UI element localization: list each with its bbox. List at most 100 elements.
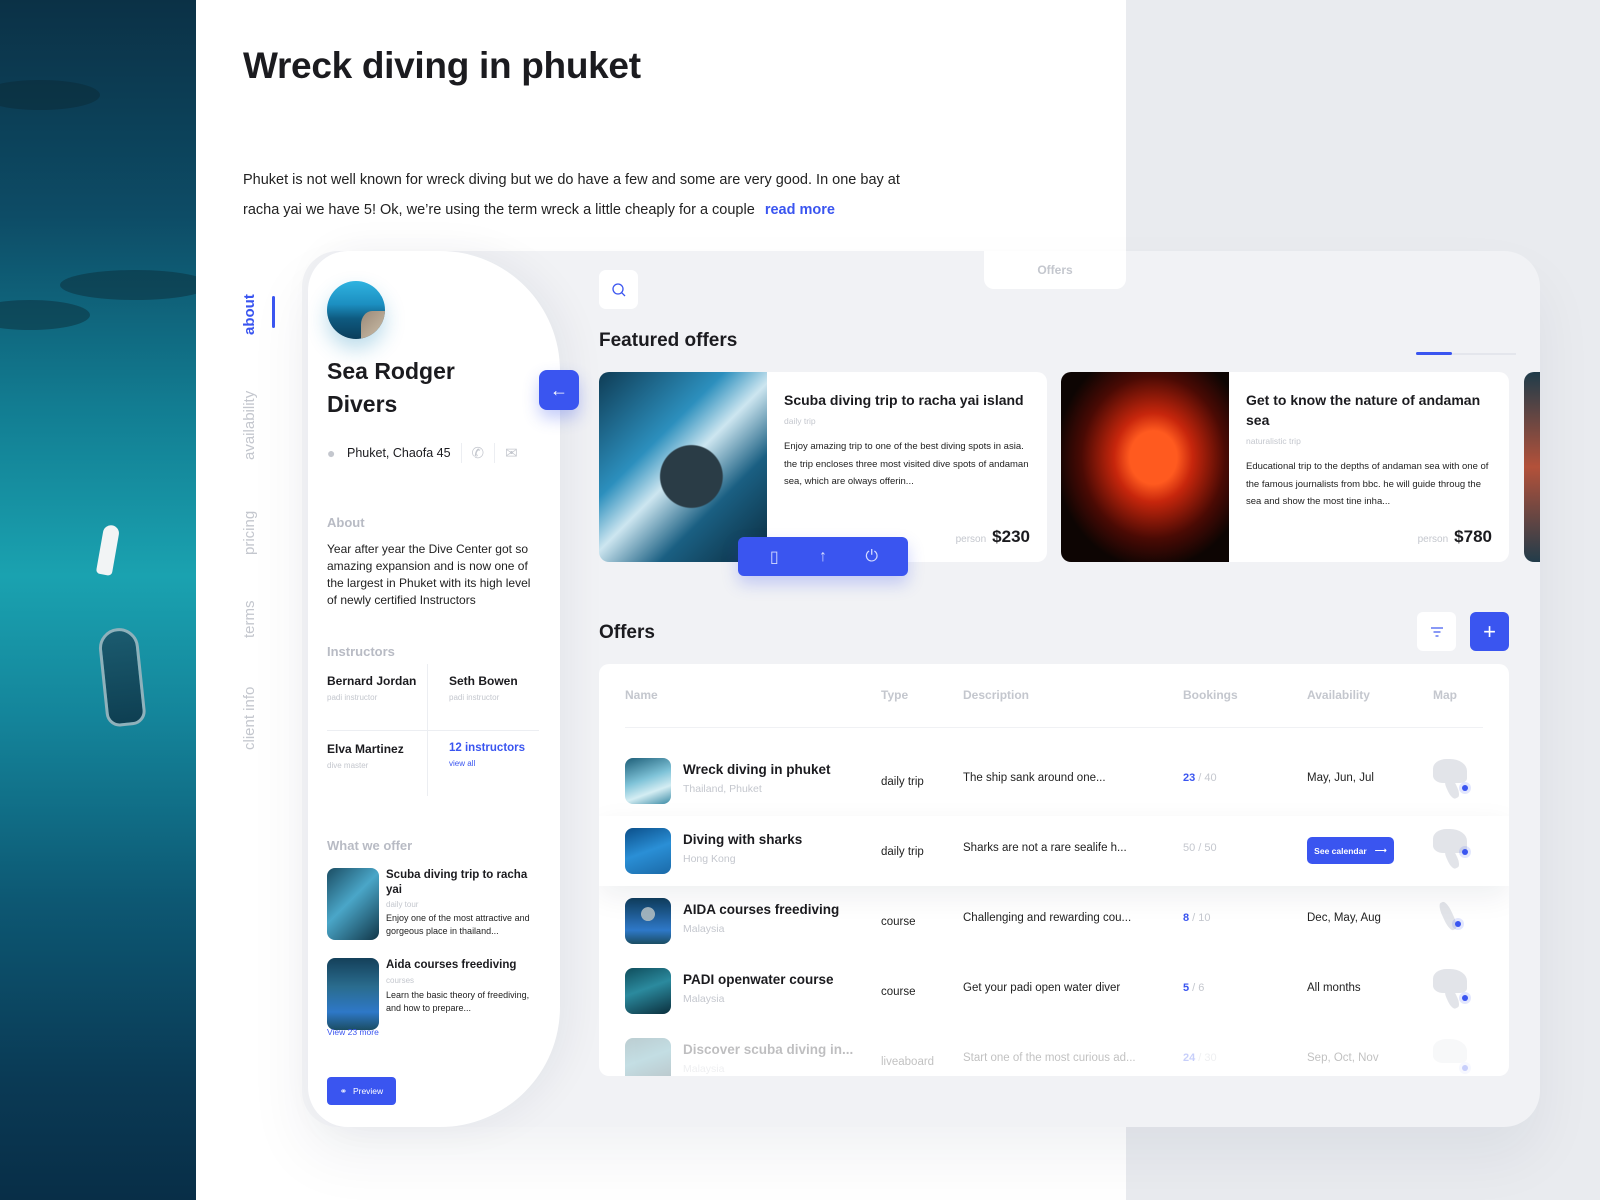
- arrow-up-icon[interactable]: ↑: [808, 548, 838, 566]
- add-offer-button[interactable]: +: [1470, 612, 1509, 651]
- carousel-scroll-thumb[interactable]: [1416, 352, 1452, 355]
- featured-offer-card[interactable]: Get to know the nature of andaman sea na…: [1061, 372, 1509, 562]
- map-thumbnail[interactable]: [1433, 899, 1475, 943]
- row-description: Sharks are not a rare sealife h...: [963, 842, 1127, 854]
- power-icon[interactable]: ⏻: [857, 548, 887, 566]
- row-availability: Sep, Oct, Nov: [1307, 1052, 1379, 1064]
- bookings-total: 50: [1204, 842, 1217, 854]
- table-row[interactable]: PADI openwater course Malaysia course Ge…: [599, 956, 1509, 1026]
- bookings-count: 23: [1183, 772, 1196, 784]
- nav-label: client info: [241, 686, 258, 750]
- column-header-type[interactable]: Type: [881, 688, 908, 702]
- vertical-nav: about availability pricing terms client …: [230, 280, 280, 760]
- map-thumbnail[interactable]: [1433, 969, 1475, 1013]
- bookmark-icon[interactable]: ▯: [759, 547, 789, 567]
- row-description: Get your padi open water diver: [963, 982, 1121, 994]
- about-label: About: [327, 515, 365, 530]
- map-pin-icon: ●: [327, 445, 336, 461]
- featured-offer-card[interactable]: Scuba diving trip to racha yai island da…: [599, 372, 1047, 562]
- map-thumbnail[interactable]: [1433, 829, 1475, 873]
- offer-thumbnail: [327, 868, 379, 940]
- reef-shape: [60, 270, 196, 300]
- column-header-availability[interactable]: Availability: [1307, 688, 1370, 702]
- instructors-more: 12 instructors view all: [449, 732, 555, 798]
- profile-name: Sea Rodger Divers: [327, 358, 455, 417]
- phone-icon[interactable]: ✆: [472, 444, 485, 462]
- back-button[interactable]: ←: [539, 370, 579, 410]
- row-thumbnail: [625, 828, 671, 874]
- instructor-role: padi instructor: [449, 693, 500, 702]
- nav-label: about: [241, 294, 258, 335]
- row-name: AIDA courses freediving: [683, 902, 840, 917]
- offer-image: [599, 372, 767, 562]
- instructor-name: Seth Bowen: [449, 674, 518, 688]
- row-bookings: 24 / 30: [1183, 1052, 1217, 1064]
- carousel-scrollbar[interactable]: [1416, 352, 1516, 355]
- view-all-instructors-link[interactable]: view all: [449, 759, 555, 768]
- location-dot: [1462, 1065, 1468, 1071]
- instructors-label: Instructors: [327, 644, 395, 659]
- bookings-count: 24: [1183, 1052, 1196, 1064]
- instructor-item[interactable]: Bernard Jordan padi instructor: [327, 664, 433, 730]
- column-header-name[interactable]: Name: [625, 688, 658, 702]
- row-location: Malaysia: [683, 923, 725, 935]
- instructor-name: Elva Martinez: [327, 742, 404, 756]
- view-more-link[interactable]: View 23 more: [327, 1027, 379, 1037]
- map-thumbnail[interactable]: [1433, 1039, 1475, 1076]
- featured-offer-card-peek[interactable]: [1524, 372, 1540, 562]
- column-header-map[interactable]: Map: [1433, 688, 1457, 702]
- contact-row: ● Phuket, Chaofa 45 ✆ ✉: [327, 443, 542, 463]
- see-calendar-button[interactable]: See calendar ⟶: [1307, 837, 1394, 864]
- location-dot: [1462, 785, 1468, 791]
- search-icon: [611, 282, 625, 296]
- offer-title: Scuba diving trip to racha yai island: [784, 392, 1024, 408]
- row-thumbnail: [625, 898, 671, 944]
- row-bookings: 8 / 10: [1183, 912, 1211, 924]
- table-row[interactable]: AIDA courses freediving Malaysia course …: [599, 886, 1509, 956]
- offer-category: courses: [386, 976, 415, 985]
- reef-shape: [0, 300, 90, 330]
- instructor-item[interactable]: Elva Martinez dive master: [327, 732, 433, 798]
- price-unit: person: [1417, 534, 1449, 545]
- instructors-count-link[interactable]: 12 instructors: [449, 742, 555, 754]
- bookings-count: 8: [1183, 912, 1190, 924]
- instructor-item[interactable]: Seth Bowen padi instructor: [449, 664, 555, 730]
- row-thumbnail: [625, 1038, 671, 1076]
- filter-button[interactable]: [1417, 612, 1456, 651]
- table-row[interactable]: Wreck diving in phuket Thailand, Phuket …: [599, 746, 1509, 816]
- map-thumbnail[interactable]: [1433, 759, 1475, 803]
- nav-label: pricing: [241, 510, 258, 555]
- row-location: Malaysia: [683, 1063, 725, 1075]
- map-shape: [1437, 900, 1459, 932]
- featured-offers-title: Featured offers: [599, 330, 738, 351]
- preview-button[interactable]: ⚭ Preview: [327, 1077, 396, 1105]
- column-header-bookings[interactable]: Bookings: [1183, 688, 1238, 702]
- offer-category: naturalistic trip: [1246, 436, 1301, 446]
- read-more-link[interactable]: read more: [765, 202, 835, 218]
- table-row[interactable]: Diving with sharks Hong Kong daily trip …: [599, 816, 1509, 886]
- search-button[interactable]: [599, 270, 638, 309]
- price: person $230: [956, 527, 1030, 547]
- row-type: daily trip: [881, 776, 924, 788]
- offer-list-item[interactable]: Scuba diving trip to racha yai daily tou…: [327, 868, 537, 940]
- tab-offers[interactable]: Offers: [984, 251, 1126, 289]
- location-dot: [1455, 921, 1461, 927]
- nav-label: availability: [241, 390, 258, 460]
- offer-list-item[interactable]: Aida courses freediving courses Learn th…: [327, 958, 537, 1030]
- mail-icon[interactable]: ✉: [505, 444, 518, 462]
- instructors-grid: Bernard Jordan padi instructor Seth Bowe…: [327, 664, 539, 796]
- card-body: Get to know the nature of andaman sea na…: [1246, 390, 1491, 511]
- offers-table: Name Type Description Bookings Availabil…: [599, 664, 1509, 1076]
- offer-description: Enjoy amazing trip to one of the best di…: [784, 441, 1029, 487]
- row-type: course: [881, 916, 916, 928]
- bookings-count: 50: [1183, 842, 1196, 854]
- row-type: course: [881, 986, 916, 998]
- see-calendar-label: See calendar: [1314, 845, 1367, 856]
- instructor-role: dive master: [327, 761, 369, 770]
- table-row[interactable]: Discover scuba diving in... Malaysia liv…: [599, 1026, 1509, 1076]
- row-bookings: 23 / 40: [1183, 772, 1217, 784]
- divider: [625, 727, 1483, 728]
- column-header-description[interactable]: Description: [963, 688, 1029, 702]
- bookings-total: 6: [1198, 982, 1205, 994]
- boat-image: [96, 626, 148, 728]
